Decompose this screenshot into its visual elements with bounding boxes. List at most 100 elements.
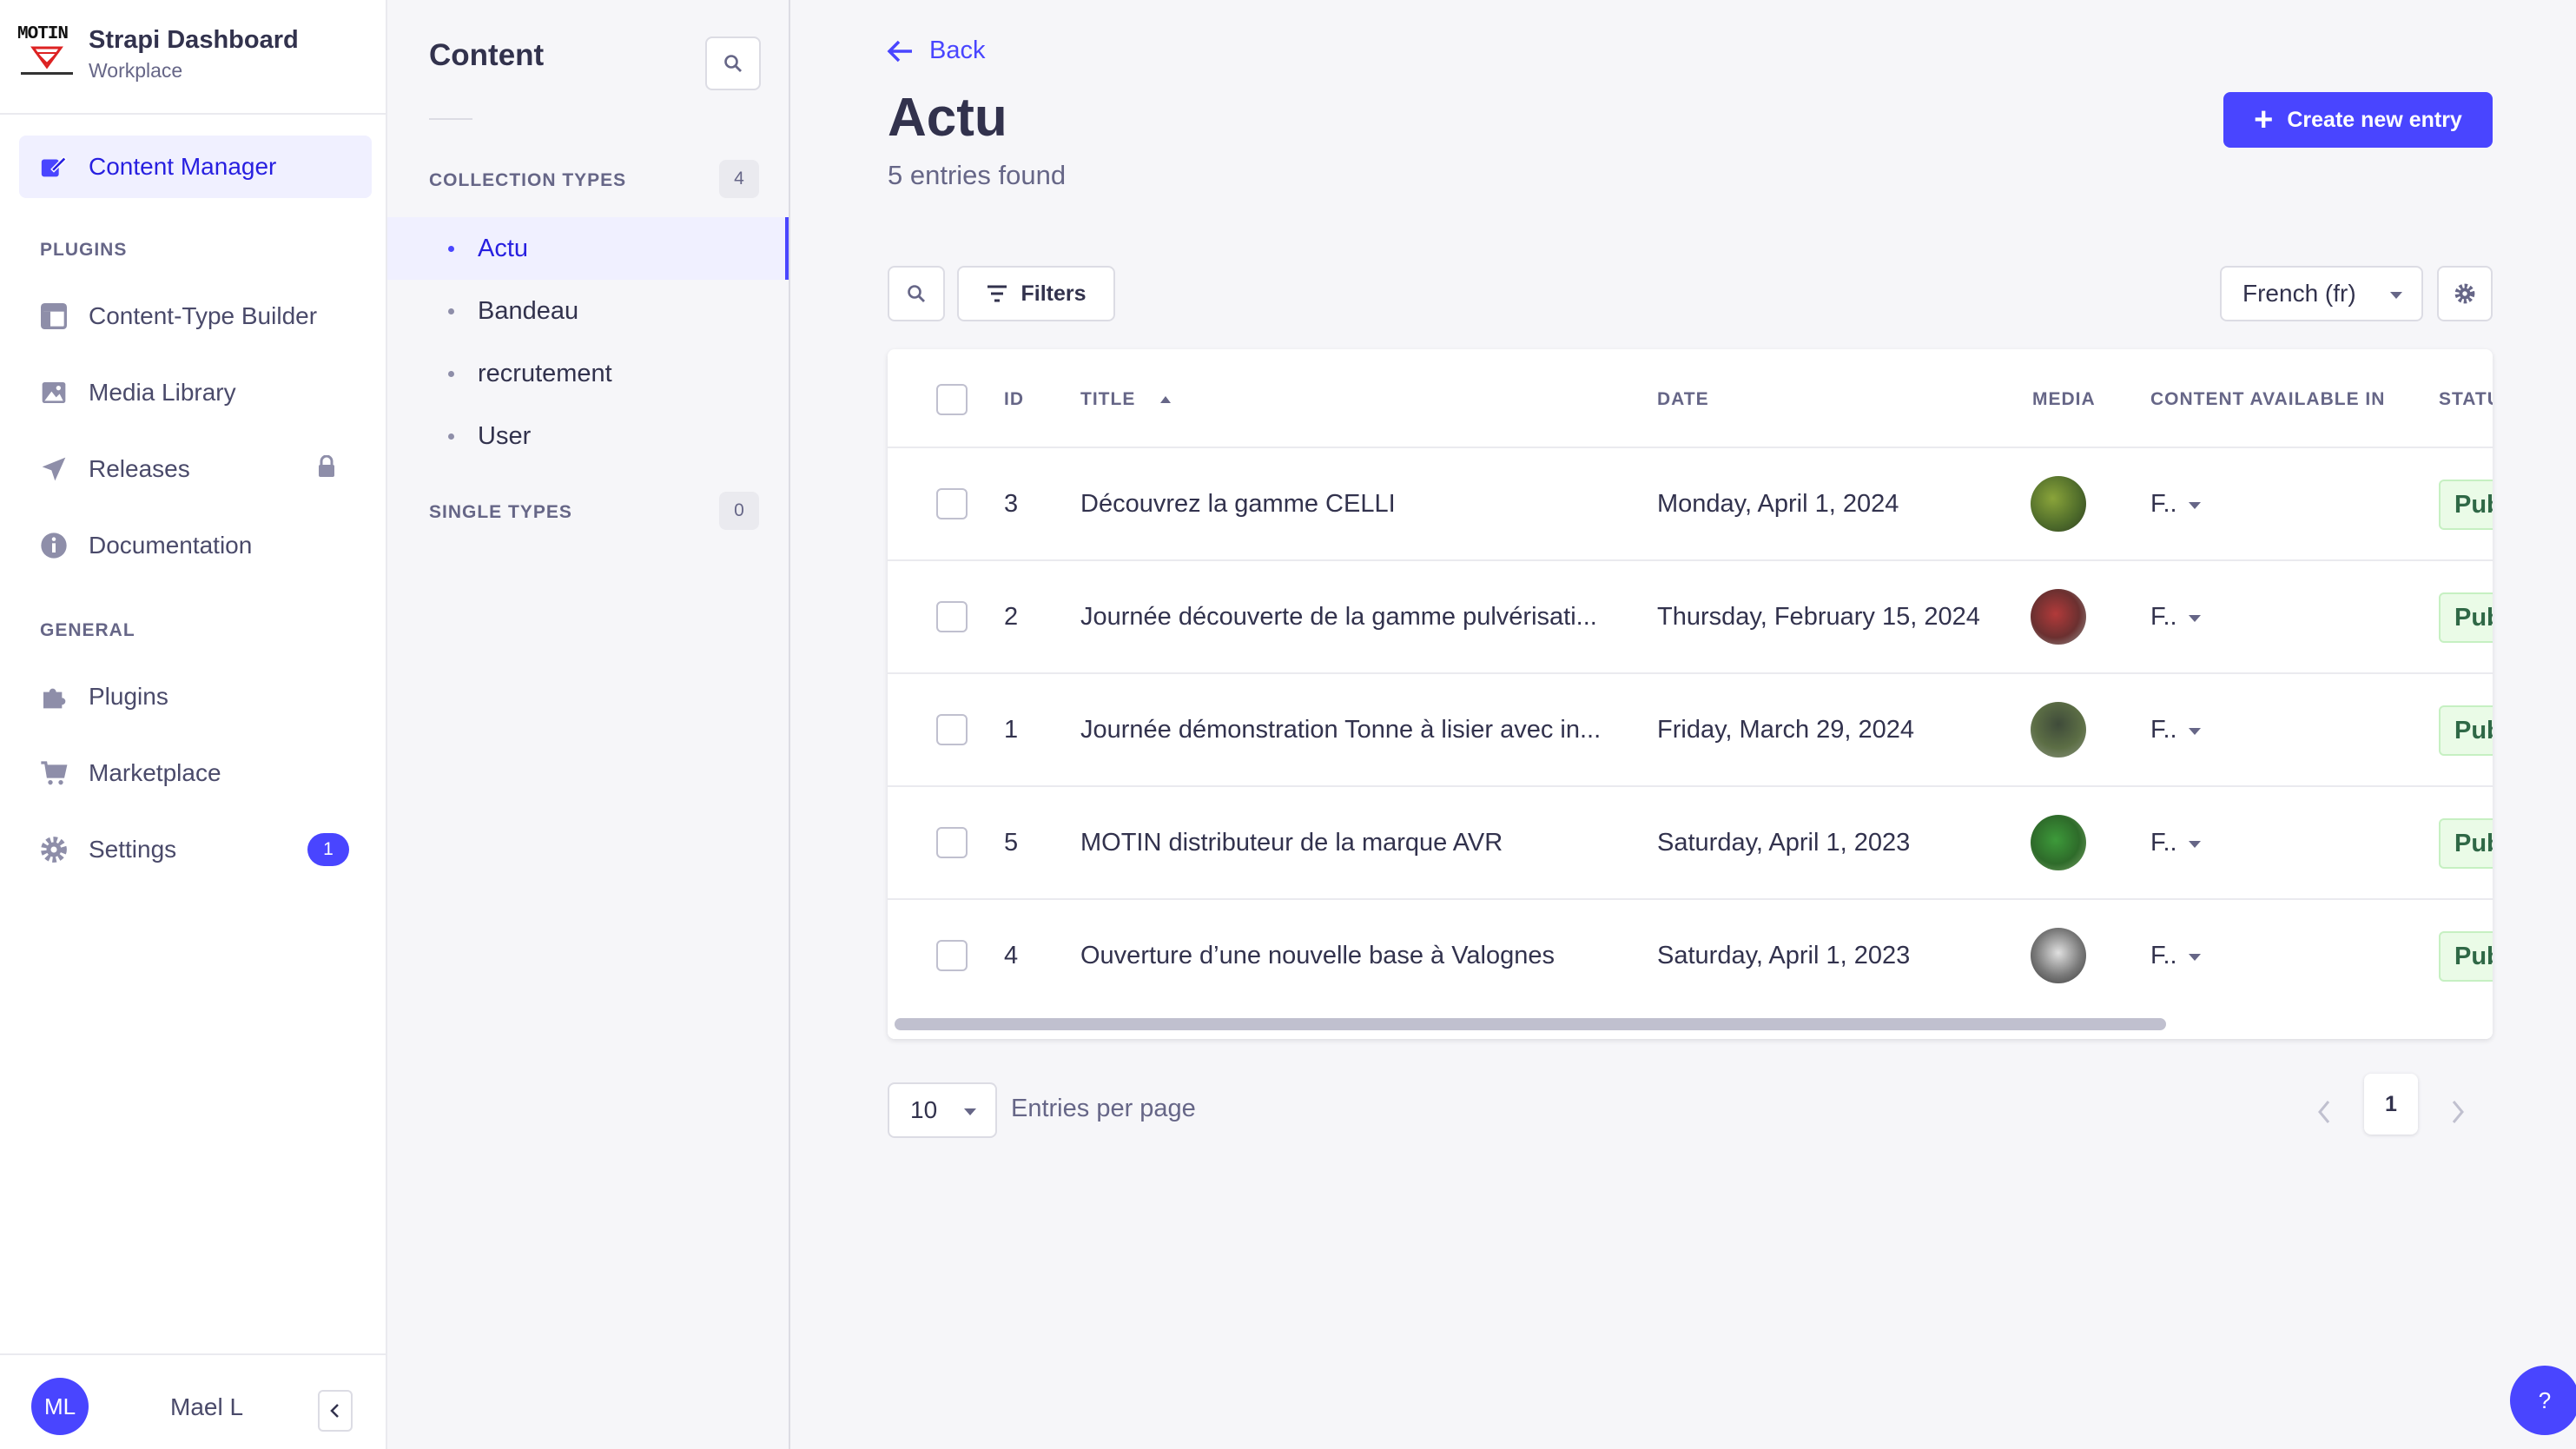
user-name[interactable]: Mael L <box>170 1393 243 1421</box>
nav-content-manager[interactable]: Content Manager <box>19 136 372 198</box>
chevron-down-icon <box>2189 841 2201 848</box>
cell-locale-value: F.. <box>2150 603 2177 631</box>
subnav-item-user[interactable]: User <box>387 405 789 467</box>
locale-select[interactable]: French (fr) <box>2220 266 2423 321</box>
scrollbar-thumb[interactable] <box>895 1018 2166 1030</box>
page-size-select[interactable]: 10 <box>888 1082 997 1138</box>
chevron-down-icon <box>2390 292 2402 299</box>
row-checkbox[interactable] <box>936 488 968 519</box>
chevron-down-icon <box>2189 728 2201 735</box>
table-row[interactable]: 3 Découvrez la gamme CELLI Monday, April… <box>888 448 2493 561</box>
media-thumbnail <box>2031 702 2086 758</box>
nav-label: Content-Type Builder <box>89 302 318 329</box>
column-header-id[interactable]: ID <box>1004 389 1024 410</box>
nav-label: Marketplace <box>89 759 221 786</box>
cell-locale[interactable]: F.. <box>2150 829 2201 857</box>
subnav-item-actu[interactable]: Actu <box>387 217 789 280</box>
filters-button[interactable]: Filters <box>957 266 1115 321</box>
cell-locale-value: F.. <box>2150 716 2177 744</box>
cell-locale-value: F.. <box>2150 829 2177 857</box>
status-badge: Published <box>2439 480 2493 530</box>
subnav-item-bandeau[interactable]: Bandeau <box>387 280 789 342</box>
create-new-entry-button[interactable]: + Create new entry <box>2223 92 2493 148</box>
nav-settings[interactable]: Settings 1 <box>19 818 372 881</box>
nav-label: Documentation <box>89 532 253 559</box>
single-types-label: SINGLE TYPES <box>429 502 572 522</box>
horizontal-scrollbar[interactable] <box>888 1009 2493 1039</box>
cell-locale[interactable]: F.. <box>2150 603 2201 632</box>
avatar[interactable]: ML <box>31 1378 89 1435</box>
column-header-content-available[interactable]: CONTENT AVAILABLE IN <box>2150 389 2385 410</box>
brand-header: MOTIN Strapi Dashboard Workplace <box>0 0 386 115</box>
cell-title: Découvrez la gamme CELLI <box>1080 490 1396 518</box>
table-row[interactable]: 4 Ouverture d’une nouvelle base à Valogn… <box>888 900 2493 1013</box>
divider <box>429 118 472 120</box>
main-navigation: MOTIN Strapi Dashboard Workplace Content… <box>0 0 387 1449</box>
back-link[interactable]: Back <box>886 36 985 65</box>
cell-locale-value: F.. <box>2150 942 2177 969</box>
page-size-value: 10 <box>910 1096 938 1123</box>
gear-icon <box>38 834 69 865</box>
locale-value: French (fr) <box>2242 280 2356 307</box>
arrow-left-icon <box>887 40 912 62</box>
column-header-title-label: TITLE <box>1080 389 1136 409</box>
entries-table: ID TITLE DATE MEDIA CONTENT AVAILABLE IN… <box>888 349 2493 1039</box>
select-all-checkbox[interactable] <box>936 384 968 415</box>
table-row[interactable]: 1 Journée démonstration Tonne à lisier a… <box>888 674 2493 787</box>
cell-date: Thursday, February 15, 2024 <box>1657 603 1980 631</box>
table-search-button[interactable] <box>888 266 945 321</box>
collapse-nav-button[interactable] <box>318 1390 353 1432</box>
nav-content-type-builder[interactable]: Content-Type Builder <box>19 285 372 347</box>
next-page-button[interactable] <box>2441 1088 2475 1136</box>
nav-label: Content Manager <box>89 153 277 180</box>
previous-page-button[interactable] <box>2307 1088 2342 1136</box>
table-row[interactable]: 2 Journée découverte de la gamme pulvéri… <box>888 561 2493 674</box>
nav-documentation[interactable]: Documentation <box>19 514 372 577</box>
user-bar: ML Mael L <box>0 1353 386 1449</box>
current-page-button[interactable]: 1 <box>2364 1074 2418 1135</box>
cell-title: Ouverture d’une nouvelle base à Valognes <box>1080 942 1556 969</box>
info-icon <box>38 530 69 561</box>
entries-per-page-label: Entries per page <box>1011 1095 1196 1122</box>
row-checkbox[interactable] <box>936 714 968 745</box>
nav-label: Media Library <box>89 379 236 406</box>
nav-releases[interactable]: Releases <box>19 438 372 500</box>
entries-count: 5 entries found <box>888 160 1067 190</box>
column-header-status[interactable]: STATUS <box>2439 389 2493 410</box>
nav-label: Settings <box>89 836 177 863</box>
workspace-logo: MOTIN <box>17 24 76 82</box>
nav-label: Releases <box>89 455 190 482</box>
plugins-section-label: PLUGINS <box>40 240 128 260</box>
logo-text: MOTIN <box>17 24 69 44</box>
cell-date: Monday, April 1, 2024 <box>1657 490 1899 518</box>
column-header-media[interactable]: MEDIA <box>2032 389 2096 410</box>
cell-locale[interactable]: F.. <box>2150 942 2201 970</box>
subnav-item-label: Actu <box>478 234 529 262</box>
cell-title: Journée démonstration Tonne à lisier ave… <box>1080 716 1602 744</box>
cell-date: Friday, March 29, 2024 <box>1657 716 1915 744</box>
nav-plugins[interactable]: Plugins <box>19 665 372 728</box>
cell-locale[interactable]: F.. <box>2150 490 2201 519</box>
cell-id: 3 <box>1004 490 1019 518</box>
table-header: ID TITLE DATE MEDIA CONTENT AVAILABLE IN… <box>888 349 2493 448</box>
row-checkbox[interactable] <box>936 940 968 971</box>
cell-id: 2 <box>1004 603 1019 631</box>
help-button[interactable]: ? <box>2510 1366 2576 1435</box>
column-header-title[interactable]: TITLE <box>1080 389 1172 410</box>
nav-marketplace[interactable]: Marketplace <box>19 742 372 804</box>
chevron-down-icon <box>2189 502 2201 509</box>
subnav-item-recrutement[interactable]: recrutement <box>387 342 789 405</box>
subnav-search-button[interactable] <box>705 36 761 90</box>
filters-label: Filters <box>1020 281 1087 306</box>
row-checkbox[interactable] <box>936 601 968 632</box>
cell-title: MOTIN distributeur de la marque AVR <box>1080 829 1503 857</box>
row-checkbox[interactable] <box>936 827 968 858</box>
table-settings-button[interactable] <box>2437 266 2493 321</box>
cell-locale[interactable]: F.. <box>2150 716 2201 744</box>
brand-subtitle: Workplace <box>89 59 183 82</box>
nav-media-library[interactable]: Media Library <box>19 361 372 424</box>
cell-id: 4 <box>1004 942 1019 969</box>
column-header-date[interactable]: DATE <box>1657 389 1709 410</box>
sort-ascending-icon <box>1160 396 1172 403</box>
table-row[interactable]: 5 MOTIN distributeur de la marque AVR Sa… <box>888 787 2493 900</box>
